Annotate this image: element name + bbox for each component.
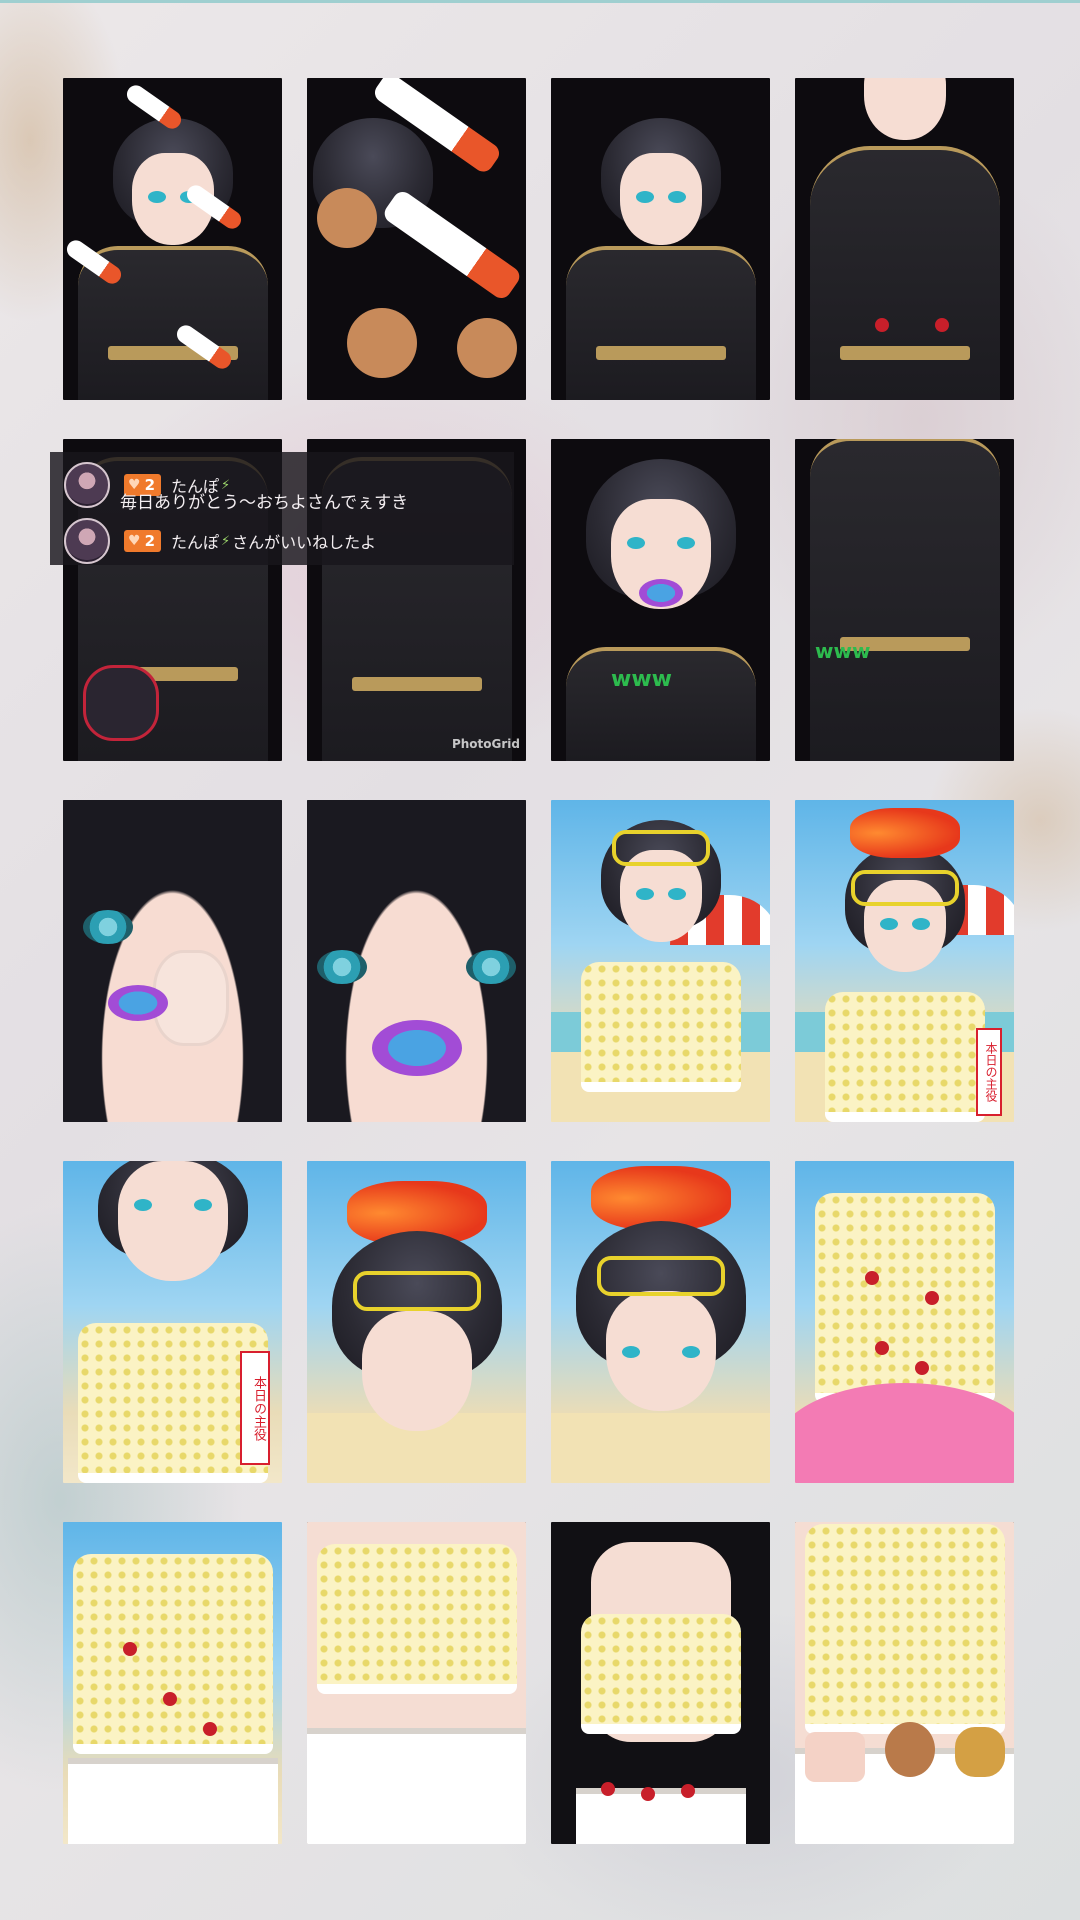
ribbon-label: 本日の主役 [976,1028,1002,1116]
photo-tile-16[interactable] [795,1161,1014,1483]
character-skirt [575,1788,746,1844]
character-top [316,1544,517,1694]
character-top [72,1554,273,1754]
character-jacket [809,439,1000,761]
ribbon-label: 本日の主役 [240,1351,270,1465]
photo-collage-grid: PhotoGrid www www 本日の主役 本日の主役 [63,78,1014,1844]
chat-message: 毎日ありがとう～おちよさんでぇすき [120,493,409,513]
www-sticker: www [611,667,672,692]
www-sticker: www [815,639,871,663]
bear-sticker [317,188,377,248]
like-event-text: さんがいいねしたよ [232,533,377,552]
character-face [117,1161,228,1281]
photo-tile-19[interactable] [551,1522,770,1844]
pacifier-sticker [638,579,683,607]
red-bow [849,808,960,858]
heart-icon: ♥ [128,533,141,549]
character-top [824,992,985,1122]
rose-sticker [163,1692,177,1706]
rocket-sticker [380,188,524,302]
cake-sticker [955,1727,1005,1777]
badge-count: 2 [144,532,155,550]
pacifier-sticker [371,1020,462,1076]
photo-tile-4[interactable] [795,78,1014,400]
avatar[interactable] [64,518,110,564]
photo-tile-12[interactable]: 本日の主役 [795,800,1014,1122]
rose-sticker [925,1291,939,1305]
bear-sticker [885,1722,935,1777]
photo-tile-13[interactable]: 本日の主役 [63,1161,282,1483]
rose-sticker [935,318,949,332]
heart-sunglasses [611,830,710,866]
chat-system-event: ♥ 2 たんぽ ⚡ さんがいいねしたよ [64,518,376,564]
rose-sticker [203,1722,217,1736]
chat-username: たんぽ [171,533,220,552]
cat-plush-sticker [83,665,159,741]
photogrid-watermark: PhotoGrid [451,737,520,751]
fan-level-badge: ♥ 2 [124,530,161,552]
photo-tile-1[interactable] [63,78,282,400]
photo-tile-20[interactable] [795,1522,1014,1844]
rose-sticker [875,1341,889,1355]
character-top [804,1524,1005,1734]
character-eye [466,950,516,984]
donut-float [795,1383,1014,1483]
rose-sticker [915,1361,929,1375]
rose-sticker [681,1784,695,1798]
character-skirt [307,1728,526,1844]
character-jacket [565,647,756,761]
heart-sunglasses [352,1271,481,1311]
bear-sticker [457,318,517,378]
character-top [580,962,741,1092]
leaf-icon: ⚡ [221,533,231,549]
heart-sunglasses [596,1256,725,1296]
character-face [863,78,946,140]
photo-tile-15[interactable] [551,1161,770,1483]
rose-sticker [123,1642,137,1656]
character-jacket [565,246,756,400]
live-chat-overlay: ♥ 2 たんぽ ⚡ 毎日ありがとう～おちよさんでぇすき ♥ 2 たんぽ ⚡ さん… [50,452,514,565]
photo-tile-18[interactable] [307,1522,526,1844]
photo-tile-9[interactable] [63,800,282,1122]
character-jacket [809,146,1000,400]
bear-sticker [347,308,417,378]
avatar[interactable] [64,462,110,508]
rose-sticker [601,1782,615,1796]
character-eye [317,950,367,984]
photo-tile-10[interactable] [307,800,526,1122]
character-top [814,1193,995,1403]
character-face [619,153,702,245]
character-eye [83,910,133,944]
photo-tile-3[interactable] [551,78,770,400]
character-face [605,1291,716,1411]
character-top [77,1323,268,1483]
character-face [361,1311,472,1431]
photo-tile-7[interactable]: www [551,439,770,761]
top-edge [0,0,1080,3]
photo-tile-2[interactable] [307,78,526,400]
pacifier-sticker [108,985,168,1021]
photo-tile-17[interactable] [63,1522,282,1844]
character-top [580,1614,741,1734]
mug-sticker [805,1732,865,1782]
character-skirt [67,1758,278,1844]
rose-sticker [641,1787,655,1801]
photo-tile-11[interactable] [551,800,770,1122]
rose-sticker [875,318,889,332]
rose-sticker [865,1271,879,1285]
photo-tile-14[interactable] [307,1161,526,1483]
photo-tile-8[interactable]: www [795,439,1014,761]
heart-sunglasses [850,870,959,906]
